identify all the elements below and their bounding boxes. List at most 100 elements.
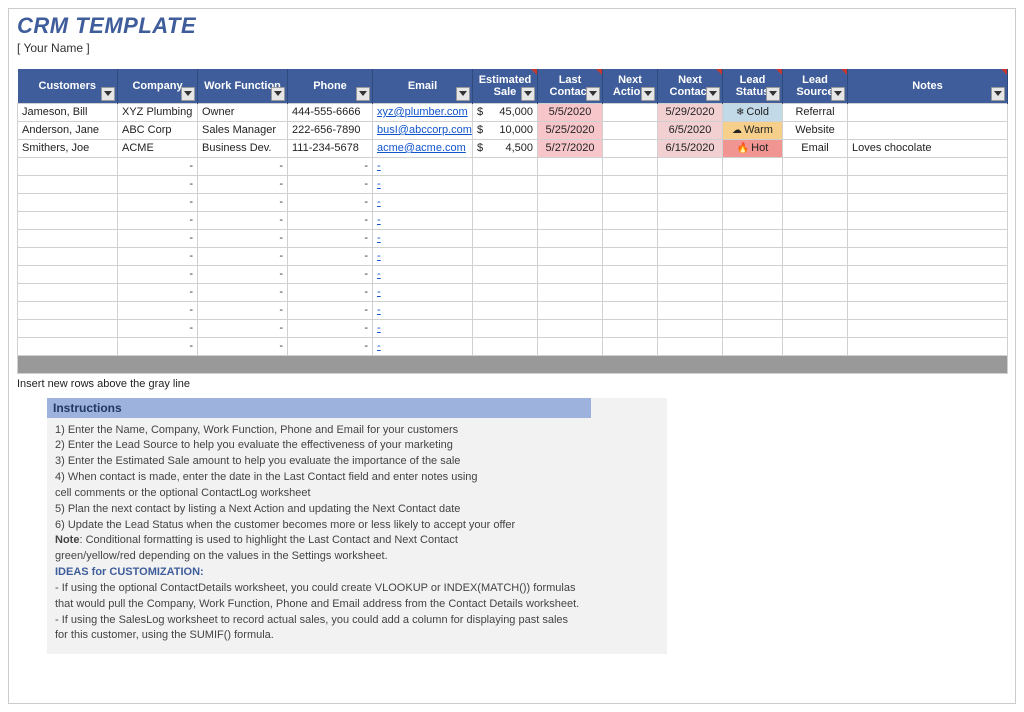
cell-empty[interactable] (538, 247, 603, 265)
header-phone[interactable]: Phone (288, 69, 373, 103)
cell-empty[interactable] (848, 319, 1008, 337)
cell-empty[interactable]: - (198, 229, 288, 247)
cell-empty[interactable]: - (118, 301, 198, 319)
cell-empty[interactable] (18, 229, 118, 247)
cell-empty[interactable] (783, 337, 848, 355)
cell-empty[interactable]: - (288, 193, 373, 211)
header-last[interactable]: Last Contact (538, 69, 603, 103)
cell-empty[interactable] (658, 229, 723, 247)
cell-empty[interactable]: - (198, 337, 288, 355)
cell-empty[interactable]: - (288, 211, 373, 229)
cell-empty[interactable] (658, 193, 723, 211)
cell-next-action[interactable] (603, 121, 658, 139)
cell-empty[interactable] (603, 337, 658, 355)
cell-empty[interactable] (473, 337, 538, 355)
cell-empty[interactable]: - (373, 229, 473, 247)
cell-empty[interactable] (783, 319, 848, 337)
cell-email[interactable]: acme@acme.com (373, 139, 473, 157)
cell-empty[interactable] (603, 247, 658, 265)
cell-empty[interactable] (473, 211, 538, 229)
cell-empty[interactable]: - (288, 265, 373, 283)
header-ncontact[interactable]: Next Contact (658, 69, 723, 103)
table-row-empty[interactable]: ---- (18, 283, 1008, 301)
cell-empty[interactable] (783, 193, 848, 211)
cell-lead-source[interactable]: Email (783, 139, 848, 157)
cell-empty[interactable] (848, 211, 1008, 229)
cell-empty[interactable] (18, 247, 118, 265)
cell-empty[interactable] (848, 247, 1008, 265)
table-row[interactable]: Jameson, BillXYZ PlumbingOwner444-555-66… (18, 103, 1008, 121)
cell-empty[interactable]: - (288, 175, 373, 193)
table-row-empty[interactable]: ---- (18, 265, 1008, 283)
cell-function[interactable]: Business Dev. (198, 139, 288, 157)
header-sale[interactable]: Estimated Sale (473, 69, 538, 103)
cell-company[interactable]: XYZ Plumbing (118, 103, 198, 121)
cell-empty[interactable] (538, 283, 603, 301)
table-row[interactable]: Smithers, JoeACMEBusiness Dev.111-234-56… (18, 139, 1008, 157)
cell-empty[interactable] (538, 229, 603, 247)
cell-empty[interactable]: - (373, 301, 473, 319)
header-naction[interactable]: Next Action (603, 69, 658, 103)
cell-empty[interactable]: - (373, 337, 473, 355)
cell-empty[interactable] (658, 319, 723, 337)
header-customers[interactable]: Customers (18, 69, 118, 103)
table-row-empty[interactable]: ---- (18, 211, 1008, 229)
cell-empty[interactable]: - (373, 283, 473, 301)
cell-customer[interactable]: Smithers, Joe (18, 139, 118, 157)
cell-function[interactable]: Sales Manager (198, 121, 288, 139)
empty-email-link[interactable]: - (377, 232, 381, 244)
cell-empty[interactable]: - (118, 337, 198, 355)
cell-empty[interactable] (473, 157, 538, 175)
cell-empty[interactable] (723, 175, 783, 193)
cell-email[interactable]: busI@abccorp.com (373, 121, 473, 139)
filter-dropdown-icon[interactable] (181, 87, 195, 101)
cell-empty[interactable] (783, 283, 848, 301)
cell-empty[interactable] (18, 265, 118, 283)
cell-company[interactable]: ACME (118, 139, 198, 157)
cell-empty[interactable]: - (288, 247, 373, 265)
header-function[interactable]: Work Function (198, 69, 288, 103)
cell-empty[interactable] (848, 265, 1008, 283)
cell-phone[interactable]: 222-656-7890 (288, 121, 373, 139)
cell-next-contact[interactable]: 6/5/2020 (658, 121, 723, 139)
cell-empty[interactable]: - (118, 157, 198, 175)
cell-empty[interactable]: - (288, 319, 373, 337)
cell-empty[interactable] (783, 247, 848, 265)
cell-empty[interactable]: - (288, 337, 373, 355)
cell-phone[interactable]: 444-555-6666 (288, 103, 373, 121)
cell-empty[interactable]: - (118, 229, 198, 247)
cell-lead-status[interactable]: ❄Cold (723, 103, 783, 121)
cell-empty[interactable] (538, 175, 603, 193)
cell-empty[interactable]: - (118, 193, 198, 211)
cell-empty[interactable]: - (373, 247, 473, 265)
header-company[interactable]: Company (118, 69, 198, 103)
cell-empty[interactable]: - (118, 175, 198, 193)
cell-notes[interactable] (848, 121, 1008, 139)
cell-lead-status[interactable]: 🔥Hot (723, 139, 783, 157)
filter-dropdown-icon[interactable] (766, 87, 780, 101)
filter-dropdown-icon[interactable] (521, 87, 535, 101)
cell-empty[interactable]: - (118, 319, 198, 337)
cell-empty[interactable] (848, 337, 1008, 355)
email-link[interactable]: xyz@plumber.com (377, 106, 468, 118)
cell-empty[interactable] (658, 157, 723, 175)
cell-empty[interactable] (783, 175, 848, 193)
cell-empty[interactable] (18, 157, 118, 175)
cell-empty[interactable] (723, 211, 783, 229)
cell-empty[interactable] (603, 265, 658, 283)
cell-customer[interactable]: Anderson, Jane (18, 121, 118, 139)
filter-dropdown-icon[interactable] (456, 87, 470, 101)
email-link[interactable]: acme@acme.com (377, 142, 466, 154)
filter-dropdown-icon[interactable] (706, 87, 720, 101)
filter-dropdown-icon[interactable] (641, 87, 655, 101)
cell-empty[interactable]: - (198, 247, 288, 265)
cell-empty[interactable] (18, 193, 118, 211)
cell-empty[interactable] (783, 157, 848, 175)
header-status[interactable]: Lead Status (723, 69, 783, 103)
cell-empty[interactable] (603, 175, 658, 193)
cell-empty[interactable]: - (288, 229, 373, 247)
cell-empty[interactable] (473, 283, 538, 301)
cell-empty[interactable] (783, 301, 848, 319)
cell-empty[interactable] (723, 301, 783, 319)
cell-empty[interactable]: - (198, 283, 288, 301)
